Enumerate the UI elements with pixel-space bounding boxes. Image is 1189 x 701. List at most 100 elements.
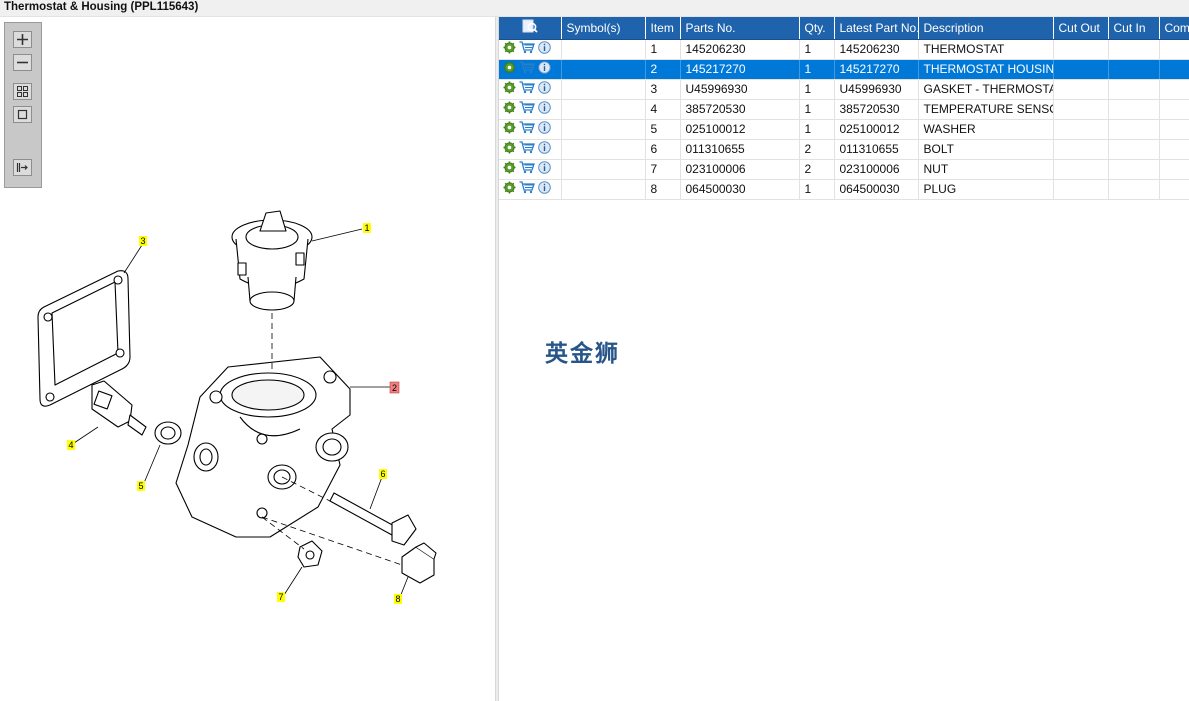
cart-icon[interactable] bbox=[519, 141, 535, 157]
cell-parts-no: 023100006 bbox=[680, 159, 800, 180]
gear-icon[interactable] bbox=[503, 141, 516, 157]
gear-icon[interactable] bbox=[503, 121, 516, 137]
cell-qty: 2 bbox=[799, 159, 835, 180]
cell-qty: 1 bbox=[799, 59, 835, 80]
window-title: Thermostat & Housing (PPL115643) bbox=[4, 1, 199, 13]
column-header-symbols[interactable]: Symbol(s) bbox=[561, 17, 646, 40]
gear-icon[interactable] bbox=[503, 41, 516, 57]
cell-symbols bbox=[561, 39, 646, 60]
info-icon[interactable] bbox=[538, 161, 551, 177]
cell-item: 7 bbox=[645, 159, 681, 180]
diagram-toolbar bbox=[4, 22, 42, 188]
cell-latest-part-no: 064500030 bbox=[834, 179, 919, 200]
cart-icon[interactable] bbox=[519, 121, 535, 137]
cell-cut-out bbox=[1053, 179, 1109, 200]
cell-latest-part-no: 023100006 bbox=[834, 159, 919, 180]
cell-comment bbox=[1159, 79, 1189, 100]
nut-part bbox=[297, 540, 323, 568]
callout-1: 1 bbox=[363, 223, 371, 233]
cell-comment bbox=[1159, 119, 1189, 140]
gear-icon[interactable] bbox=[503, 181, 516, 197]
cell-cut-out bbox=[1053, 159, 1109, 180]
cell-description: PLUG bbox=[918, 179, 1054, 200]
table-row[interactable]: 8 064500030 1 064500030 PLUG bbox=[499, 179, 1189, 200]
cart-icon[interactable] bbox=[519, 161, 535, 177]
column-header-parts-no[interactable]: Parts No. bbox=[680, 17, 800, 40]
cell-comment bbox=[1159, 39, 1189, 60]
table-row[interactable]: 1 145206230 1 145206230 THERMOSTAT bbox=[499, 39, 1189, 60]
zoom-in-button[interactable] bbox=[13, 31, 32, 48]
column-header-latest-part-no[interactable]: Latest Part No. bbox=[834, 17, 919, 40]
cart-icon[interactable] bbox=[519, 101, 535, 117]
cell-item: 5 bbox=[645, 119, 681, 140]
cell-description: THERMOSTAT bbox=[918, 39, 1054, 60]
table-row[interactable]: 5 025100012 1 025100012 WASHER bbox=[499, 119, 1189, 140]
cell-item: 3 bbox=[645, 79, 681, 100]
info-icon[interactable] bbox=[538, 61, 551, 77]
column-header-comment[interactable]: Comment bbox=[1159, 17, 1189, 40]
table-row[interactable]: 6 011310655 2 011310655 BOLT bbox=[499, 139, 1189, 160]
fit-view-button[interactable] bbox=[13, 83, 32, 100]
grid-icon bbox=[17, 86, 28, 97]
info-icon[interactable] bbox=[538, 41, 551, 57]
table-row[interactable]: 7 023100006 2 023100006 NUT bbox=[499, 159, 1189, 180]
cart-icon[interactable] bbox=[519, 41, 535, 57]
plug-part bbox=[401, 542, 437, 584]
table-row[interactable]: 4 385720530 1 385720530 TEMPERATURE SENSOR bbox=[499, 99, 1189, 120]
cell-cut-in bbox=[1108, 139, 1160, 160]
cart-icon[interactable] bbox=[519, 61, 535, 77]
cell-parts-no: 011310655 bbox=[680, 139, 800, 160]
export-icon bbox=[16, 163, 28, 172]
gear-icon[interactable] bbox=[503, 81, 516, 97]
cell-qty: 1 bbox=[799, 119, 835, 140]
cell-parts-no: 385720530 bbox=[680, 99, 800, 120]
cart-icon[interactable] bbox=[519, 181, 535, 197]
table-row[interactable]: 2 145217270 1 145217270 THERMOSTAT HOUSING bbox=[499, 59, 1189, 80]
row-actions-cell bbox=[499, 179, 562, 200]
cell-item: 4 bbox=[645, 99, 681, 120]
column-header-tools[interactable] bbox=[499, 17, 562, 40]
cell-cut-in bbox=[1108, 179, 1160, 200]
search-icon bbox=[522, 19, 538, 33]
column-header-item[interactable]: Item bbox=[645, 17, 681, 40]
gear-icon[interactable] bbox=[503, 101, 516, 117]
cell-qty: 2 bbox=[799, 139, 835, 160]
cell-description: TEMPERATURE SENSOR bbox=[918, 99, 1054, 120]
svg-text:8: 8 bbox=[395, 594, 400, 604]
row-actions-cell bbox=[499, 99, 562, 120]
cell-cut-out bbox=[1053, 139, 1109, 160]
cell-description: GASKET - THERMOSTAT H bbox=[918, 79, 1054, 100]
column-header-cut-out[interactable]: Cut Out bbox=[1053, 17, 1109, 40]
info-icon[interactable] bbox=[538, 101, 551, 117]
diagram-pane[interactable]: 1 2 3 4 5 6 7 8 bbox=[0, 17, 495, 701]
column-header-qty[interactable]: Qty. bbox=[799, 17, 835, 40]
cell-cut-in bbox=[1108, 159, 1160, 180]
column-header-cut-in[interactable]: Cut In bbox=[1108, 17, 1160, 40]
svg-text:5: 5 bbox=[138, 481, 143, 491]
info-icon[interactable] bbox=[538, 181, 551, 197]
table-row[interactable]: 3U459969301U45996930GASKET - THERMOSTAT … bbox=[499, 79, 1189, 100]
actual-size-button[interactable] bbox=[13, 106, 32, 123]
row-actions-cell bbox=[499, 159, 562, 180]
gasket-part bbox=[37, 270, 131, 407]
gear-icon[interactable] bbox=[503, 161, 516, 177]
cell-item: 2 bbox=[645, 59, 681, 80]
cell-latest-part-no: 145206230 bbox=[834, 39, 919, 60]
cell-item: 8 bbox=[645, 179, 681, 200]
cart-icon[interactable] bbox=[519, 81, 535, 97]
cell-comment bbox=[1159, 59, 1189, 80]
column-header-description[interactable]: Description bbox=[918, 17, 1054, 40]
zoom-out-button[interactable] bbox=[13, 54, 32, 71]
cell-qty: 1 bbox=[799, 99, 835, 120]
callout-4: 4 bbox=[67, 440, 75, 450]
info-icon[interactable] bbox=[538, 141, 551, 157]
info-icon[interactable] bbox=[538, 121, 551, 137]
cell-cut-in bbox=[1108, 99, 1160, 120]
parts-table: Symbol(s) Item Parts No. Qty. Latest Par… bbox=[499, 17, 1189, 200]
gear-icon[interactable] bbox=[503, 61, 516, 77]
info-icon[interactable] bbox=[538, 81, 551, 97]
export-button[interactable] bbox=[13, 159, 32, 176]
sensor-part bbox=[91, 380, 147, 436]
cell-cut-in bbox=[1108, 59, 1160, 80]
cell-cut-out bbox=[1053, 79, 1109, 100]
